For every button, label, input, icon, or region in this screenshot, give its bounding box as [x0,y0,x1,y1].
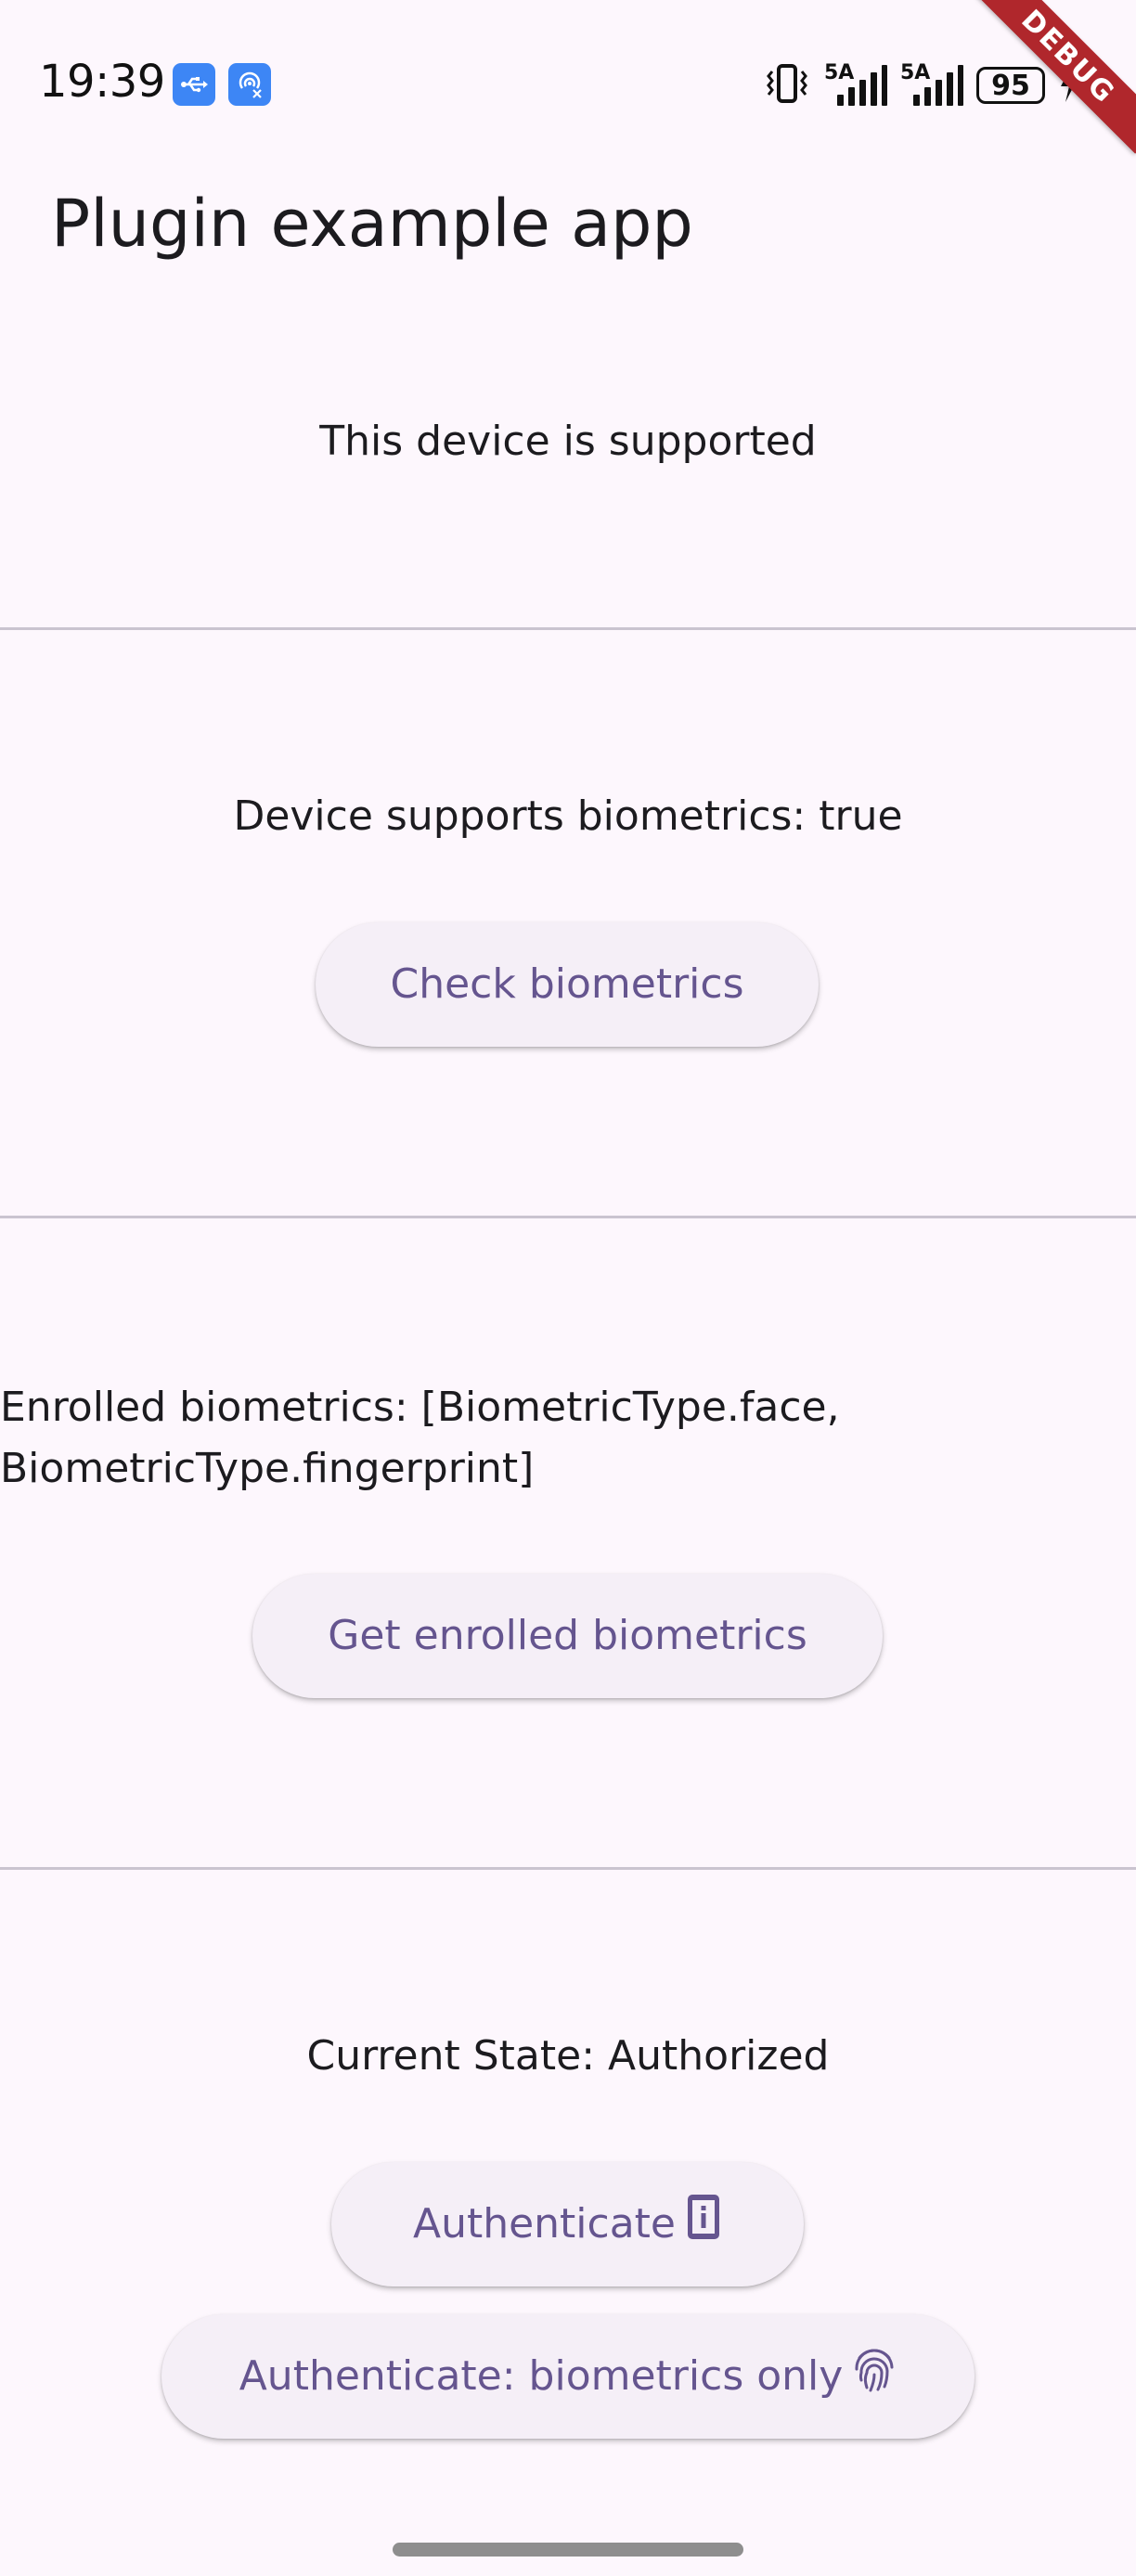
device-supported-text: This device is supported [319,418,817,465]
status-bar: 19:39 5A 5A 95 [0,0,1136,158]
signal-icon-2: 5A [900,63,963,108]
usb-icon [173,63,215,106]
enrolled-biometrics-text: Enrolled biometrics: [BiometricType.face… [0,1384,840,1492]
authenticate-biometrics-only-label: Authenticate: biometrics only [239,2352,844,2400]
signal-icon-1: 5A [824,63,887,108]
status-time: 19:39 [39,56,165,108]
divider-2 [0,1216,1136,1218]
get-enrolled-biometrics-label: Get enrolled biometrics [328,1612,807,1659]
status-right-group: 5A 5A 95 [763,59,1080,111]
hotspot-off-icon [228,63,271,106]
fingerprint-icon [852,2345,897,2408]
authenticate-button[interactable]: Authenticate [331,2162,804,2286]
home-indicator[interactable] [393,2543,743,2557]
vibrate-icon [763,62,811,109]
divider-1 [0,627,1136,630]
perm-device-information-icon [685,2192,722,2257]
check-biometrics-button[interactable]: Check biometrics [316,922,819,1047]
app-bar-title: Plugin example app [51,186,693,262]
biometrics-support-text: Device supports biometrics: true [233,792,903,840]
check-biometrics-label: Check biometrics [390,960,744,1008]
authenticate-label: Authenticate [412,2200,677,2248]
get-enrolled-biometrics-button[interactable]: Get enrolled biometrics [252,1574,883,1698]
current-state-text: Current State: Authorized [306,2032,830,2080]
battery-indicator: 95 [976,67,1045,104]
divider-3 [0,1867,1136,1870]
authenticate-biometrics-only-button[interactable]: Authenticate: biometrics only [161,2314,975,2439]
